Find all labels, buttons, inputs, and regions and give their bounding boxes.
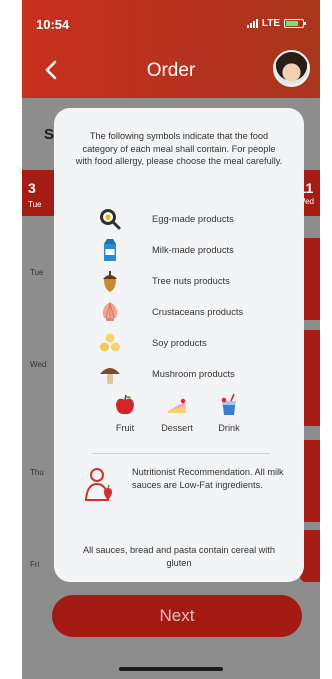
- category-label: Drink: [218, 423, 240, 433]
- row-label: Fri: [30, 560, 40, 569]
- nutritionist-icon: [84, 466, 118, 506]
- phone-screen: 10:54 LTE Order S 3 Tue 11 Wed Tue Wed T…: [22, 0, 320, 679]
- legend-item-soy: Soy products: [98, 327, 278, 358]
- section-heading-partial: S: [44, 126, 55, 143]
- allergen-legend: Egg-made products Milk-made products Tre…: [98, 203, 278, 389]
- date-item-left[interactable]: 3 Tue: [28, 180, 42, 209]
- row-label: Wed: [30, 360, 47, 369]
- legend-label: Crustaceans products: [152, 306, 244, 317]
- cake-icon: [165, 393, 189, 417]
- legend-label: Egg-made products: [152, 213, 234, 224]
- legend-item-tree-nuts: Tree nuts products: [98, 265, 278, 296]
- legend-label: Mushroom products: [152, 368, 235, 379]
- legend-item-crustaceans: Crustaceans products: [98, 296, 278, 327]
- category-drink: Drink: [206, 393, 252, 433]
- signal-icon: [246, 19, 258, 28]
- status-indicators: LTE: [246, 18, 306, 29]
- row-label: Tue: [30, 268, 44, 277]
- home-indicator: [119, 667, 223, 671]
- acorn-icon: [98, 269, 122, 293]
- milk-carton-icon: [98, 238, 122, 262]
- nutritionist-text: Nutritionist Recommendation. All milk sa…: [132, 467, 284, 490]
- avatar[interactable]: [273, 50, 310, 87]
- legend-label: Soy products: [152, 337, 207, 348]
- gluten-notice: All sauces, bread and pasta contain cere…: [82, 545, 276, 568]
- mushroom-icon: [98, 362, 122, 386]
- legend-item-milk: Milk-made products: [98, 234, 278, 265]
- category-label: Dessert: [161, 423, 193, 433]
- app-header: 10:54 LTE Order: [22, 0, 320, 98]
- meal-category-legend: Fruit Dessert Drink: [102, 393, 252, 433]
- shell-icon: [98, 300, 122, 324]
- legend-label: Tree nuts products: [152, 275, 230, 286]
- next-button[interactable]: Next: [52, 595, 302, 637]
- apple-icon: [113, 393, 137, 417]
- fried-egg-icon: [98, 207, 122, 231]
- soybeans-icon: [98, 331, 122, 355]
- divider: [92, 453, 270, 454]
- allergen-legend-modal: The following symbols indicate that the …: [54, 108, 304, 582]
- modal-intro-text: The following symbols indicate that the …: [75, 131, 283, 166]
- legend-item-mushroom: Mushroom products: [98, 358, 278, 389]
- drink-cup-icon: [217, 393, 241, 417]
- legend-item-egg: Egg-made products: [98, 203, 278, 234]
- category-dessert: Dessert: [154, 393, 200, 433]
- status-bar: 10:54 LTE: [22, 14, 320, 36]
- status-time: 10:54: [36, 17, 70, 32]
- category-fruit: Fruit: [102, 393, 148, 433]
- legend-label: Milk-made products: [152, 244, 234, 255]
- date-weekday: Tue: [28, 200, 42, 209]
- row-label: Thu: [30, 468, 44, 477]
- date-number: 3: [28, 180, 36, 196]
- category-label: Fruit: [115, 423, 135, 433]
- network-label: LTE: [261, 18, 280, 29]
- battery-icon: [284, 19, 306, 28]
